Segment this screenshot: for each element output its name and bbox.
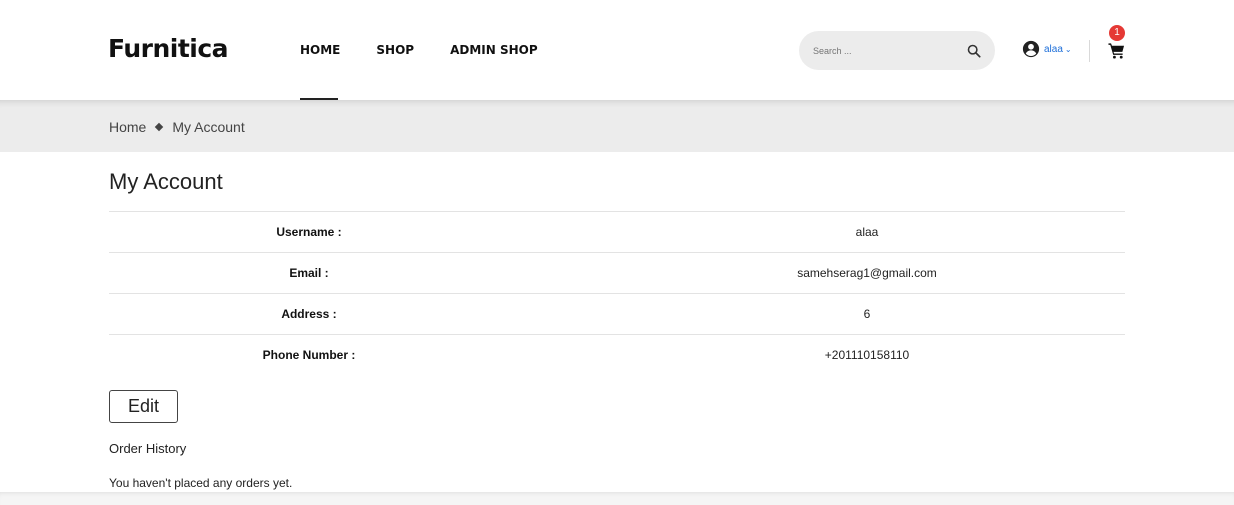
site-logo[interactable]: Furnitica — [108, 34, 229, 63]
search-input[interactable] — [813, 41, 963, 60]
phone-label: Phone Number : — [262, 348, 356, 363]
breadcrumb-separator-icon — [155, 122, 164, 132]
phone-value: +201110158110 — [824, 348, 910, 363]
main-nav: HOME SHOP ADMIN SHOP — [300, 43, 574, 101]
nav-item-admin-shop[interactable]: ADMIN SHOP — [450, 43, 538, 57]
breadcrumb-home[interactable]: Home — [109, 119, 146, 135]
table-row: Username : alaa — [109, 211, 1125, 253]
site-header: Furnitica HOME SHOP ADMIN SHOP alaa ⌄ 1 — [0, 0, 1234, 101]
address-label: Address : — [281, 307, 337, 321]
shopping-cart-icon[interactable] — [1108, 42, 1125, 59]
nav-item-shop[interactable]: SHOP — [376, 43, 414, 57]
header-divider — [1089, 40, 1090, 62]
table-row: Email : samehserag1@gmail.com — [109, 252, 1125, 294]
cart-count-badge: 1 — [1109, 25, 1125, 41]
user-menu[interactable]: alaa ⌄ — [1022, 40, 1072, 58]
search-icon[interactable] — [967, 44, 981, 58]
search-box — [799, 31, 995, 70]
order-history-title: Order History — [109, 441, 187, 456]
order-empty-message: You haven't placed any orders yet. — [109, 476, 293, 490]
footer-divider — [0, 492, 1234, 505]
email-value: samehserag1@gmail.com — [797, 266, 937, 280]
page-title: My Account — [109, 169, 223, 194]
chevron-down-icon: ⌄ — [1064, 44, 1072, 54]
username-label: Username : — [276, 225, 342, 239]
username-value: alaa — [855, 225, 879, 239]
table-row: Address : 6 — [109, 293, 1125, 335]
user-circle-icon — [1022, 40, 1040, 58]
breadcrumb-current: My Account — [172, 119, 245, 135]
breadcrumb-bar: Home My Account — [0, 100, 1234, 152]
address-value: 6 — [863, 307, 871, 321]
email-label: Email : — [289, 266, 329, 280]
edit-button[interactable]: Edit — [109, 390, 178, 423]
nav-item-home[interactable]: HOME — [300, 43, 340, 101]
table-row: Phone Number : +201110158110 — [109, 334, 1125, 376]
breadcrumb: Home My Account — [109, 119, 245, 135]
account-info-table: Username : alaa Email : samehserag1@gmai… — [109, 211, 1125, 376]
user-name[interactable]: alaa — [1044, 44, 1063, 55]
